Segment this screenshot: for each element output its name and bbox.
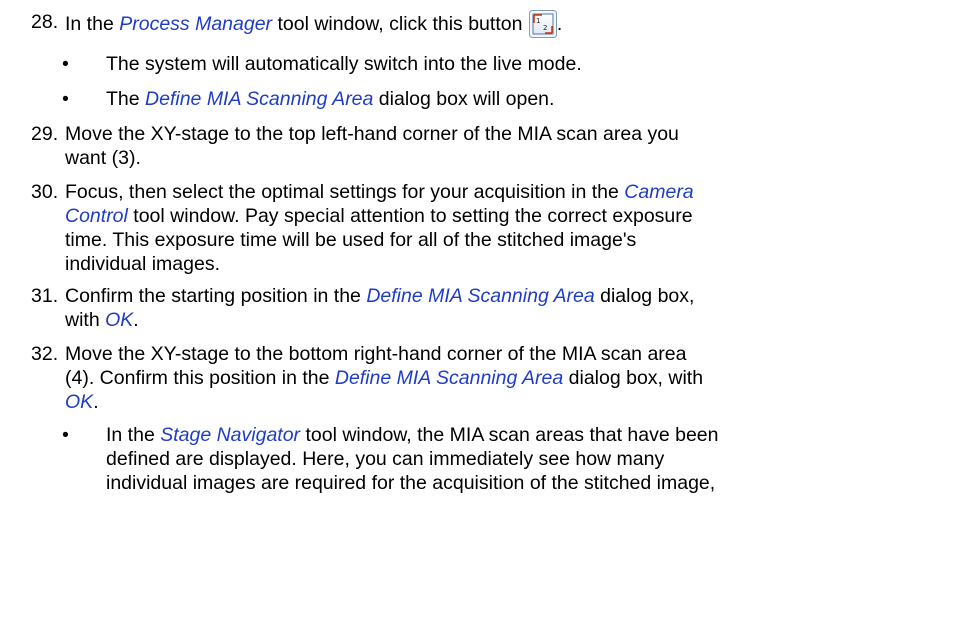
- step-number: 30.: [31, 181, 59, 203]
- reference-process-manager: Process Manager: [119, 13, 273, 35]
- step-text: Confirm the starting position in the Def…: [65, 285, 695, 331]
- step-28-bullet-1: • The system will automatically switch i…: [62, 52, 942, 76]
- step-30: 30. Focus, then select the optimal setti…: [31, 180, 941, 276]
- bullet-icon: •: [62, 53, 69, 75]
- step-31: 31. Confirm the starting position in the…: [31, 284, 941, 332]
- step-number: 32.: [31, 343, 59, 365]
- reference-camera-control: Camera: [624, 181, 694, 203]
- reference-stage-navigator: Stage Navigator: [160, 424, 301, 446]
- reference-ok: OK: [105, 309, 134, 331]
- bullet-text: The Define MIA Scanning Area dialog box …: [106, 88, 555, 110]
- step-text: Focus, then select the optimal settings …: [65, 181, 694, 275]
- svg-text:1: 1: [536, 17, 540, 25]
- step-29: 29. Move the XY-stage to the top left-ha…: [31, 122, 941, 170]
- step-text: In the Process Manager tool window, clic…: [65, 10, 941, 38]
- step-text: Move the XY-stage to the top left-hand c…: [65, 123, 679, 169]
- define-mia-area-button-icon[interactable]: 1 2: [528, 10, 557, 38]
- step-text: Move the XY-stage to the bottom right-ha…: [65, 343, 704, 413]
- reference-ok: OK: [65, 391, 94, 413]
- reference-camera-control-cont: Control: [65, 205, 128, 227]
- bullet-text: The system will automatically switch int…: [106, 53, 582, 75]
- step-28-bullet-2: • The Define MIA Scanning Area dialog bo…: [62, 87, 942, 111]
- step-32: 32. Move the XY-stage to the bottom righ…: [31, 342, 941, 414]
- bullet-icon: •: [62, 88, 69, 110]
- step-number: 28.: [31, 11, 59, 33]
- step-32-bullet-1: • In the Stage Navigator tool window, th…: [62, 423, 942, 495]
- bullet-icon: •: [62, 424, 69, 446]
- reference-define-mia-scanning-area: Define MIA Scanning Area: [334, 367, 564, 389]
- bullet-text: In the Stage Navigator tool window, the …: [106, 424, 719, 494]
- step-number: 29.: [31, 123, 59, 145]
- svg-text:2: 2: [543, 24, 547, 32]
- step-28: 28. In the Process Manager tool window, …: [31, 10, 941, 38]
- step-number: 31.: [31, 285, 59, 307]
- reference-define-mia-scanning-area: Define MIA Scanning Area: [145, 88, 374, 110]
- reference-define-mia-scanning-area: Define MIA Scanning Area: [366, 285, 595, 307]
